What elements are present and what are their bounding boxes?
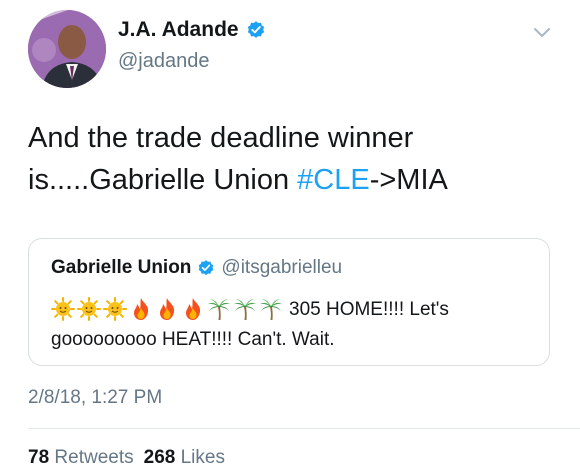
fire-emoji-icon (134, 298, 149, 320)
quoted-tweet[interactable]: Gabrielle Union @itsgabrielleu 305 HOME!… (28, 238, 550, 366)
verified-badge-icon (199, 260, 214, 276)
tweet-stats: 78 Retweets 268 Likes (28, 447, 225, 469)
quoted-author-name: Gabrielle Union (51, 257, 192, 278)
tweet-timestamp[interactable]: 2/8/18, 1:27 PM (28, 387, 162, 409)
quoted-tweet-header: Gabrielle Union @itsgabrielleu (51, 257, 342, 279)
retweets-label: Retweets (54, 447, 134, 468)
quoted-author-handle: @itsgabrielleu (221, 257, 343, 278)
author-handle[interactable]: @jadande (118, 50, 209, 73)
profile-photo-icon (28, 10, 106, 88)
fire-emoji-icon (160, 298, 175, 320)
author-name[interactable]: J.A. Adande (118, 18, 239, 42)
retweets-stat[interactable]: 78 Retweets (28, 447, 134, 468)
retweets-count: 78 (28, 447, 50, 468)
palm-tree-emoji-icon (208, 299, 230, 320)
tweet-text-after: ->MIA (369, 164, 448, 196)
likes-stat[interactable]: 268 Likes (144, 447, 225, 468)
sun-emoji-icon (51, 297, 75, 321)
hashtag-link[interactable]: #CLE (297, 164, 370, 196)
sun-emoji-icon (103, 297, 127, 321)
divider (28, 428, 580, 429)
palm-tree-emoji-icon (260, 299, 282, 320)
quoted-tweet-text: 305 HOME!!!! Let's gooooooooo HEAT!!!! C… (51, 295, 531, 355)
chevron-down-icon[interactable] (532, 26, 552, 40)
avatar[interactable] (28, 10, 106, 88)
sun-emoji-icon (77, 297, 101, 321)
tweet-text: And the trade deadline winner is.....Gab… (28, 117, 558, 201)
author-name-row[interactable]: J.A. Adande (118, 18, 266, 42)
fire-emoji-icon (186, 298, 201, 320)
palm-tree-emoji-icon (234, 299, 256, 320)
emoji-row (51, 297, 285, 321)
verified-badge-icon (247, 21, 264, 38)
likes-label: Likes (180, 447, 225, 468)
likes-count: 268 (143, 447, 176, 468)
